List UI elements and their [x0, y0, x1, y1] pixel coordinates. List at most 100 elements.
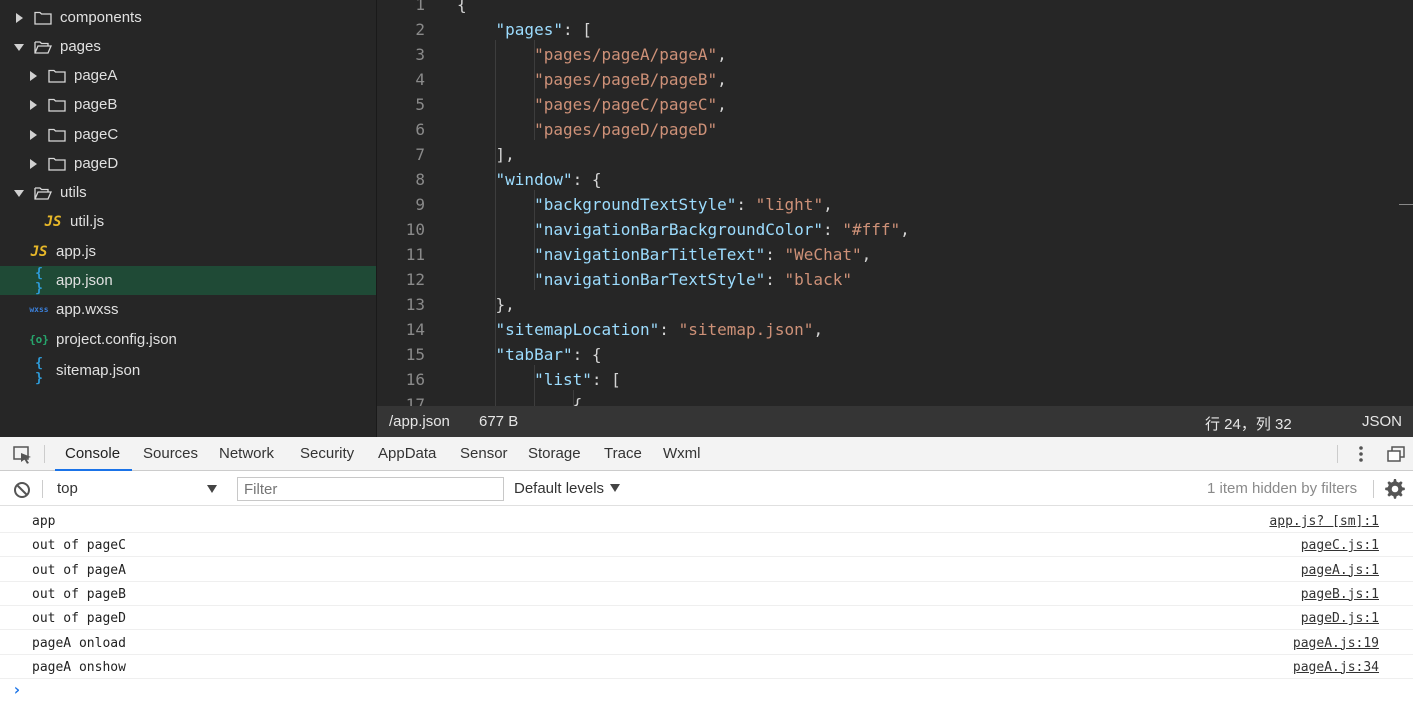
line-number: 8 — [415, 170, 425, 189]
console-message: pageA onload pageA.js:19 — [0, 631, 1413, 655]
console-message-text: out of pageC — [32, 538, 126, 554]
tab-wxml[interactable]: Wxml — [661, 437, 703, 471]
tab-trace[interactable]: Trace — [602, 437, 644, 471]
tab-console[interactable]: Console — [55, 437, 133, 471]
json-file-icon: { } — [35, 355, 43, 386]
code-text: "pages/pageD/pageD" — [534, 120, 718, 139]
tab-network[interactable]: Network — [217, 437, 276, 471]
tree-item-label: app.json — [56, 272, 113, 289]
console-source-link[interactable]: pageC.js:1 — [1301, 538, 1379, 553]
console-source-link[interactable]: pageA.js:19 — [1293, 636, 1379, 651]
js-file-icon: JS — [30, 243, 48, 260]
wxss-file-icon: wxss — [29, 305, 49, 314]
line-number: 14 — [405, 320, 425, 339]
divider — [1337, 445, 1338, 463]
file-path: /app.json — [389, 413, 450, 430]
cursor-position[interactable]: 行 24，列 32 — [1205, 413, 1292, 434]
js-file-icon: JS — [44, 213, 62, 230]
language-mode[interactable]: JSON — [1362, 413, 1402, 430]
file-explorer: components pages pageA pageB pageC pageD utils… — [0, 0, 377, 437]
tree-item-label: util.js — [70, 213, 105, 230]
tree-item-label: pageD — [74, 155, 119, 172]
tree-item-label: pages — [60, 38, 101, 55]
console-message: pageA onshow pageA.js:34 — [0, 655, 1413, 679]
log-levels-select[interactable]: Default levels — [514, 477, 620, 501]
code-line: 2 "pages": [ — [377, 17, 1413, 42]
inspect-element-icon[interactable] — [13, 446, 33, 464]
tree-item-label: utils — [60, 184, 87, 201]
caret-down-icon[interactable] — [14, 41, 24, 53]
console-prompt[interactable]: › — [12, 680, 22, 699]
console-source-link[interactable]: pageD.js:1 — [1301, 611, 1379, 626]
devtools-tab-bar: Console Sources Network Security AppData Sens… — [0, 437, 1413, 471]
tree-item-label: components — [60, 9, 142, 26]
tree-folder[interactable]: utils — [0, 178, 376, 207]
context-select[interactable]: top — [50, 477, 226, 501]
code-text: { — [457, 395, 583, 406]
tab-sources[interactable]: Sources — [141, 437, 200, 471]
folder-icon — [48, 128, 66, 142]
folder-icon — [34, 11, 52, 25]
console-source-link[interactable]: app.js? [sm]:1 — [1269, 514, 1379, 529]
tree-file[interactable]: { } sitemap.json — [0, 355, 376, 386]
console-source-link[interactable]: pageA.js:34 — [1293, 660, 1379, 675]
ide-main-area: components pages pageA pageB pageC pageD utils… — [0, 0, 1413, 437]
more-vertical-icon[interactable] — [1356, 445, 1366, 463]
tree-folder[interactable]: pageD — [0, 149, 376, 178]
folder-open-icon — [34, 186, 52, 200]
code-text: ], — [457, 145, 515, 164]
code-line: 12 "navigationBarTextStyle": "black" — [377, 267, 1413, 292]
line-number: 15 — [405, 345, 425, 364]
code-editor[interactable]: 1{2 "pages": [3 "pages/pageA/pageA", 4 "p… — [377, 0, 1413, 406]
code-text: "tabBar": { — [495, 345, 602, 364]
caret-right-icon[interactable] — [28, 99, 38, 111]
tree-file[interactable]: JS app.js — [0, 237, 376, 266]
code-text: }, — [457, 295, 515, 314]
code-line: 4 "pages/pageB/pageB", — [377, 67, 1413, 92]
chevron-down-icon — [207, 485, 217, 493]
line-number: 6 — [415, 120, 425, 139]
scrollbar-marker[interactable] — [1399, 204, 1413, 205]
tree-file[interactable]: { } app.json — [0, 265, 376, 296]
tab-storage[interactable]: Storage — [526, 437, 583, 471]
code-line: 5 "pages/pageC/pageC", — [377, 92, 1413, 117]
editor-status-bar: /app.json 677 B 行 24，列 32 JSON — [377, 406, 1413, 437]
line-number: 10 — [405, 220, 425, 239]
json-file-icon: { } — [35, 265, 43, 296]
console-source-link[interactable]: pageA.js:1 — [1301, 563, 1379, 578]
tab-sensor[interactable]: Sensor — [458, 437, 510, 471]
line-number: 16 — [405, 370, 425, 389]
divider — [44, 445, 45, 463]
line-number: 9 — [415, 195, 425, 214]
code-line: 1{ — [377, 0, 1413, 17]
tab-security[interactable]: Security — [298, 437, 356, 471]
caret-right-icon[interactable] — [28, 70, 38, 82]
filter-input[interactable] — [237, 477, 504, 501]
tree-folder[interactable]: pageA — [0, 61, 376, 90]
tab-appdata[interactable]: AppData — [376, 437, 438, 471]
folder-open-icon — [34, 40, 52, 54]
caret-down-icon[interactable] — [14, 187, 24, 199]
tree-file[interactable]: {o} project.config.json — [0, 325, 376, 354]
code-text: "window": { — [495, 170, 602, 189]
tree-folder[interactable]: pageC — [0, 120, 376, 149]
caret-right-icon[interactable] — [28, 129, 38, 141]
undock-icon[interactable] — [1387, 446, 1405, 462]
console-message-text: app — [32, 514, 56, 529]
context-value: top — [57, 480, 78, 497]
console-message: out of pageD pageD.js:1 — [0, 606, 1413, 631]
console-source-link[interactable]: pageB.js:1 — [1301, 587, 1379, 602]
tree-file[interactable]: JS util.js — [0, 207, 376, 236]
tree-file[interactable]: wxss app.wxss — [0, 295, 376, 324]
caret-right-icon[interactable] — [14, 12, 24, 24]
caret-right-icon[interactable] — [28, 158, 38, 170]
tree-folder[interactable]: components — [0, 3, 376, 32]
tree-folder[interactable]: pageB — [0, 90, 376, 119]
console-message: out of pageA pageA.js:1 — [0, 558, 1413, 582]
tree-folder[interactable]: pages — [0, 32, 376, 61]
clear-console-icon[interactable] — [13, 481, 31, 499]
gear-icon[interactable] — [1384, 478, 1406, 500]
line-number: 4 — [415, 70, 425, 89]
line-number: 13 — [405, 295, 425, 314]
console-message-text: out of pageB — [32, 586, 126, 602]
